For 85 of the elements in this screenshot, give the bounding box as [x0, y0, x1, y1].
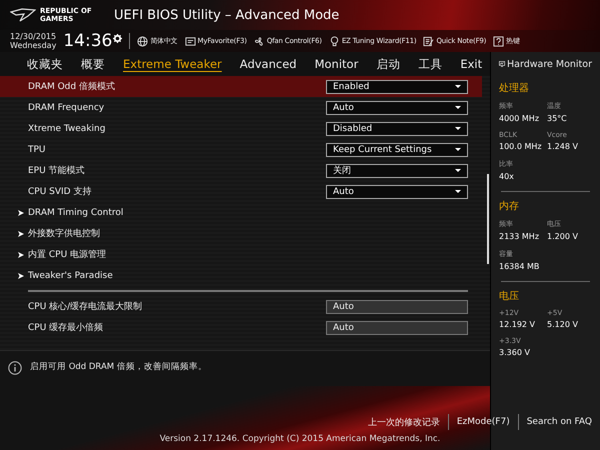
- lightbulb-icon: [328, 36, 340, 46]
- submenu-label: 内置 CPU 电源管理: [28, 248, 108, 261]
- setting-row[interactable]: DRAM Odd 倍频模式 Enabled: [0, 76, 482, 97]
- caret-icon: [455, 190, 461, 194]
- submenu-label: Tweaker's Paradise: [28, 270, 114, 280]
- caret-icon: [455, 148, 461, 152]
- setting-row[interactable]: CPU 核心/缓存电流最大限制 Auto: [0, 296, 482, 317]
- footer-link[interactable]: Search on FAQ: [526, 417, 592, 427]
- monitor-icon: [499, 59, 505, 69]
- setting-row[interactable]: TPU Keep Current Settings: [0, 139, 482, 160]
- menu-tab[interactable]: Exit: [451, 57, 492, 71]
- setting-dropdown[interactable]: Disabled: [326, 122, 468, 136]
- submenu-row[interactable]: 内置 CPU 电源管理: [0, 244, 482, 265]
- setting-row[interactable]: CPU SVID 支持 Auto: [0, 181, 482, 202]
- clock-time: 14:36: [63, 31, 112, 51]
- window-title: UEFI BIOS Utility – Advanced Mode: [114, 8, 340, 22]
- setting-row[interactable]: CPU 缓存最小倍频 Auto: [0, 317, 482, 338]
- settings-icon[interactable]: [113, 34, 122, 43]
- submenu-row[interactable]: 外接数字供电控制: [0, 223, 482, 244]
- help-text: 启用可用 Odd DRAM 倍频，改善间隔频率。: [30, 361, 207, 373]
- caret-icon: [455, 168, 461, 172]
- setting-label: DRAM Odd 倍频模式: [28, 80, 116, 93]
- note-icon: [423, 36, 434, 46]
- menu-tab[interactable]: Monitor: [306, 57, 368, 71]
- setting-label: CPU 缓存最小倍频: [28, 322, 104, 334]
- fan-icon: [254, 36, 265, 46]
- setting-label: Xtreme Tweaking: [28, 124, 106, 134]
- menu-tab[interactable]: 启动: [367, 56, 410, 72]
- setting-row[interactable]: EPU 节能模式 关闭: [0, 160, 482, 181]
- setting-dropdown[interactable]: 关闭: [326, 164, 468, 178]
- setting-input-field[interactable]: Auto: [326, 300, 468, 314]
- panel-title: Hardware Monitor: [507, 58, 592, 70]
- setting-label: DRAM Frequency: [28, 102, 106, 112]
- chevron-icon: [18, 210, 24, 216]
- logo-icon: [10, 8, 36, 22]
- setting-dropdown[interactable]: Auto: [326, 100, 468, 114]
- version-text: Version 2.17.1246. Copyright (C) 2015 American Megatrends, Inc.: [160, 434, 440, 444]
- scrollbar[interactable]: [487, 174, 489, 264]
- menu-tab[interactable]: Advanced: [230, 57, 306, 71]
- metric-value: 1.200 V: [547, 232, 579, 241]
- chevron-icon: [18, 230, 24, 236]
- setting-input-field[interactable]: Auto: [326, 320, 468, 334]
- info-icon: [8, 361, 22, 375]
- metric-value: 3.360 V: [499, 348, 531, 357]
- setting-row[interactable]: Xtreme Tweaking Disabled: [0, 118, 482, 139]
- metric-value: 1.248 V: [547, 142, 579, 151]
- submenu-label: 外接数字供电控制: [28, 228, 101, 240]
- caret-icon: [455, 106, 461, 110]
- metric-value: 35°C: [547, 114, 568, 123]
- menu-tab[interactable]: 概要: [72, 56, 114, 72]
- metric-value: 2133 MHz: [499, 232, 540, 241]
- chevron-icon: [18, 272, 24, 278]
- setting-dropdown[interactable]: Keep Current Settings: [326, 142, 468, 156]
- setting-label: EPU 节能模式: [28, 164, 86, 177]
- setting-dropdown[interactable]: Enabled: [326, 80, 468, 94]
- metric-value: 4000 MHz: [499, 114, 540, 123]
- caret-icon: [455, 126, 461, 130]
- setting-label: TPU: [28, 144, 47, 154]
- section-title: 处理器: [499, 82, 530, 95]
- section-title: 电压: [499, 290, 520, 303]
- date-text: 12/30/2015: [10, 32, 56, 41]
- metric-value: 100.0 MHz: [499, 142, 543, 151]
- section-title: 内存: [499, 200, 520, 213]
- metric-value: 12.192 V: [499, 320, 536, 329]
- setting-label: CPU SVID 支持: [28, 186, 92, 198]
- menu-tab[interactable]: Extreme Tweaker: [114, 57, 231, 71]
- setting-label: CPU 核心/缓存电流最大限制: [28, 300, 144, 313]
- weekday-text: Wednesday: [10, 41, 56, 50]
- submenu-label: DRAM Timing Control: [28, 208, 124, 218]
- menu-tab[interactable]: 工具: [409, 56, 452, 72]
- setting-row[interactable]: DRAM Frequency Auto: [0, 97, 482, 118]
- chevron-icon: [18, 252, 24, 258]
- metric-value: 40x: [499, 172, 515, 181]
- metric-value: 16384 MB: [499, 262, 540, 271]
- footer-link[interactable]: EzMode(F7): [456, 417, 510, 427]
- globe-icon: [137, 36, 148, 46]
- submenu-row[interactable]: DRAM Timing Control: [0, 202, 482, 223]
- metric-value: 5.120 V: [547, 320, 579, 329]
- footer-link[interactable]: 上一次的修改记录: [368, 416, 440, 428]
- caret-icon: [455, 84, 461, 88]
- submenu-row[interactable]: Tweaker's Paradise: [0, 265, 482, 286]
- list-icon: [184, 36, 196, 46]
- question-icon: [493, 36, 504, 46]
- setting-dropdown[interactable]: Auto: [326, 184, 468, 198]
- menu-tab[interactable]: 收藏夹: [18, 56, 72, 72]
